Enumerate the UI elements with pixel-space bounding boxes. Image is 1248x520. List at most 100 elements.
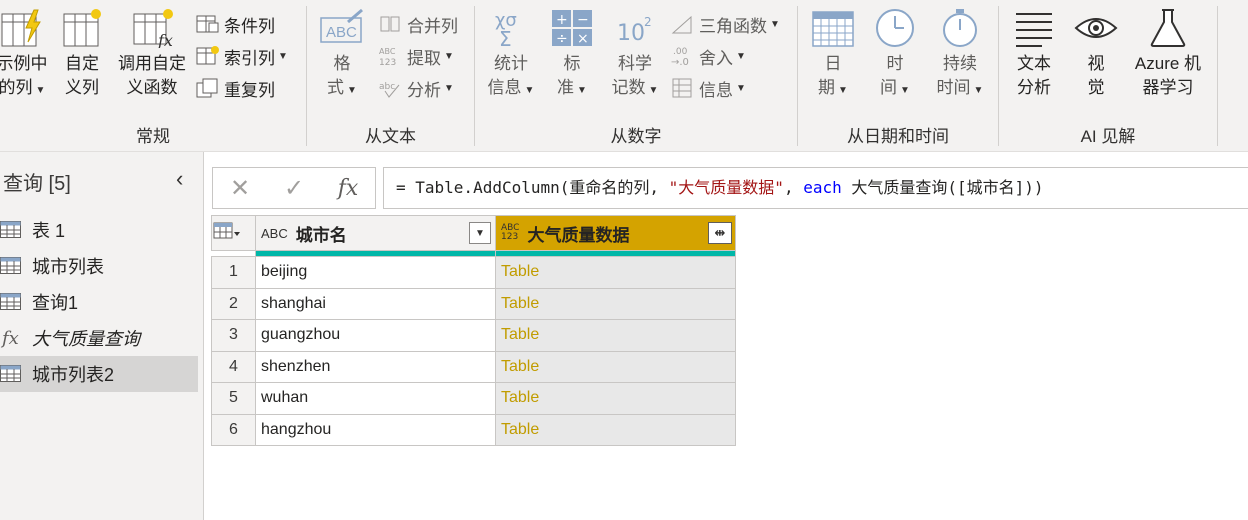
cell-table-link[interactable]: Table: [495, 287, 736, 320]
date-button[interactable]: 日 期 ▼: [808, 8, 858, 103]
duration-button[interactable]: 持续 时间 ▼: [932, 8, 988, 103]
data-grid: ABC 城市名 ▼ ABC 123 大气质量数据 ⇹ 1 beijing Tab…: [211, 215, 736, 446]
table-options-button[interactable]: [211, 215, 256, 251]
query-item-city-list[interactable]: 城市列表: [0, 248, 198, 284]
row-number[interactable]: 2: [211, 287, 256, 320]
stopwatch-icon: [943, 9, 977, 47]
cell-city[interactable]: beijing: [255, 256, 496, 289]
conditional-column-icon: [196, 15, 219, 33]
parse-button[interactable]: abc 分析 ▼: [379, 74, 454, 102]
text-analytics-button[interactable]: 文本 分析: [1011, 8, 1057, 100]
duplicate-column-label: 重复列: [224, 80, 275, 100]
query-item-label: 表 1: [32, 221, 66, 241]
extract-icon: ABC 123: [379, 47, 396, 67]
conditional-column-button[interactable]: 条件列: [196, 10, 275, 38]
quality-bar: [496, 251, 735, 256]
group-from-number: χσ Σ 统计 信息 ▼ + − ÷ × 标 准 ▼ 10 2 科学 记数 ▼ …: [475, 0, 797, 152]
standard-button[interactable]: + − ÷ × 标 准 ▼: [549, 8, 595, 103]
cell-city[interactable]: guangzhou: [255, 319, 496, 352]
svg-text:÷: ÷: [556, 31, 568, 47]
cell-table-link[interactable]: Table: [495, 319, 736, 352]
cell-table-link[interactable]: Table: [495, 413, 736, 446]
information-label: 信息: [699, 80, 733, 100]
table-row: 1 beijing Table: [211, 256, 736, 289]
quality-bar: [256, 251, 495, 256]
azure-ml-button[interactable]: Azure 机 器学习: [1129, 8, 1207, 100]
function-icon: fx: [2, 327, 19, 349]
cell-table-link[interactable]: Table: [495, 382, 736, 415]
row-number[interactable]: 5: [211, 382, 256, 415]
trigonometry-button[interactable]: 三角函数 ▼: [671, 10, 780, 38]
row-number[interactable]: 1: [211, 256, 256, 289]
time-button[interactable]: 时 间 ▼: [870, 8, 920, 103]
invoke-custom-function-button[interactable]: fx 调用自定 义函数: [114, 8, 190, 100]
formula-input[interactable]: = Table.AddColumn(重命名的列, "大气质量数据", each …: [383, 167, 1248, 209]
custom-column-button[interactable]: 自定 义列: [58, 8, 106, 100]
azure-ml-line1: Azure 机: [1134, 54, 1202, 73]
column-from-examples-button[interactable]: 示例中 的列 ▼: [0, 8, 52, 103]
query-item-query1[interactable]: 查询1: [0, 284, 198, 320]
merge-columns-label: 合并列: [407, 16, 458, 36]
column-filter-dropdown[interactable]: ▼: [469, 222, 491, 244]
statistics-button[interactable]: χσ Σ 统计 信息 ▼: [481, 8, 541, 103]
group-label-ai-insights: AI 见解: [1080, 127, 1136, 146]
extract-button[interactable]: ABC 123 提取 ▼: [379, 42, 454, 70]
collapse-pane-icon[interactable]: ‹: [176, 166, 183, 192]
column-from-examples-line1: 示例中: [0, 54, 48, 73]
cell-city[interactable]: shanghai: [255, 287, 496, 320]
index-column-button[interactable]: 索引列 ▼: [196, 42, 288, 70]
merge-columns-button[interactable]: 合并列: [379, 10, 458, 38]
custom-column-line2: 义列: [65, 78, 99, 97]
duplicate-column-button[interactable]: 重复列: [196, 74, 275, 102]
column-header-air-quality-data[interactable]: ABC 123 大气质量数据 ⇹: [495, 215, 736, 251]
query-item-label: 城市列表2: [32, 365, 115, 385]
any-type-icon[interactable]: ABC 123: [501, 224, 519, 242]
insert-function-icon[interactable]: fx: [321, 176, 375, 201]
row-number[interactable]: 6: [211, 413, 256, 446]
rounding-button[interactable]: .00 →.0 舍入 ▼: [671, 42, 746, 70]
table-icon: [0, 221, 32, 239]
statistics-line1: 统计: [494, 54, 528, 73]
rounding-icon: .00→.0: [671, 47, 689, 67]
text-type-icon[interactable]: ABC: [261, 226, 288, 241]
cell-city[interactable]: wuhan: [255, 382, 496, 415]
cell-city[interactable]: hangzhou: [255, 413, 496, 446]
ribbon-separator: [1217, 6, 1218, 146]
table-icon: [0, 365, 32, 383]
cell-table-link[interactable]: Table: [495, 256, 736, 289]
format-icon: ABC: [320, 8, 363, 43]
chevron-down-icon: ▼: [736, 50, 746, 62]
commit-icon[interactable]: ✓: [267, 174, 321, 203]
table-icon: [0, 257, 32, 275]
text-analytics-line1: 文本: [1017, 54, 1051, 73]
svg-text:2: 2: [644, 15, 652, 29]
custom-column-line1: 自定: [65, 54, 99, 73]
parse-label: 分析: [407, 80, 441, 100]
group-label-general: 常规: [136, 127, 170, 146]
row-number[interactable]: 4: [211, 350, 256, 383]
calendar-icon: [812, 11, 854, 47]
group-label-from-datetime: 从日期和时间: [847, 127, 949, 146]
cell-table-link[interactable]: Table: [495, 350, 736, 383]
cancel-icon[interactable]: ✕: [213, 174, 267, 203]
column-header-city[interactable]: ABC 城市名 ▼: [255, 215, 496, 251]
query-item-city-list2[interactable]: 城市列表2: [0, 356, 198, 392]
index-column-icon: [196, 46, 219, 65]
table-icon: [0, 293, 32, 311]
column-header-label: 城市名: [295, 225, 347, 245]
cell-city[interactable]: shenzhen: [255, 350, 496, 383]
conditional-column-label: 条件列: [224, 16, 275, 36]
information-button[interactable]: 信息 ▼: [671, 74, 746, 102]
clock-icon: [876, 9, 914, 47]
chevron-down-icon: ▼: [648, 85, 659, 96]
query-item-air-quality-function[interactable]: fx 大气质量查询: [0, 320, 198, 356]
rounding-label: 舍入: [699, 48, 733, 68]
format-button[interactable]: ABC 格 式 ▼: [317, 8, 367, 103]
eye-icon: [1074, 18, 1118, 38]
row-number[interactable]: 3: [211, 319, 256, 352]
query-item-table1[interactable]: 表 1: [0, 212, 198, 248]
scientific-button[interactable]: 10 2 科学 记数 ▼: [605, 8, 665, 103]
formula-keyword: each: [803, 178, 842, 197]
vision-button[interactable]: 视 觉: [1071, 8, 1121, 100]
expand-column-icon[interactable]: ⇹: [708, 222, 732, 244]
